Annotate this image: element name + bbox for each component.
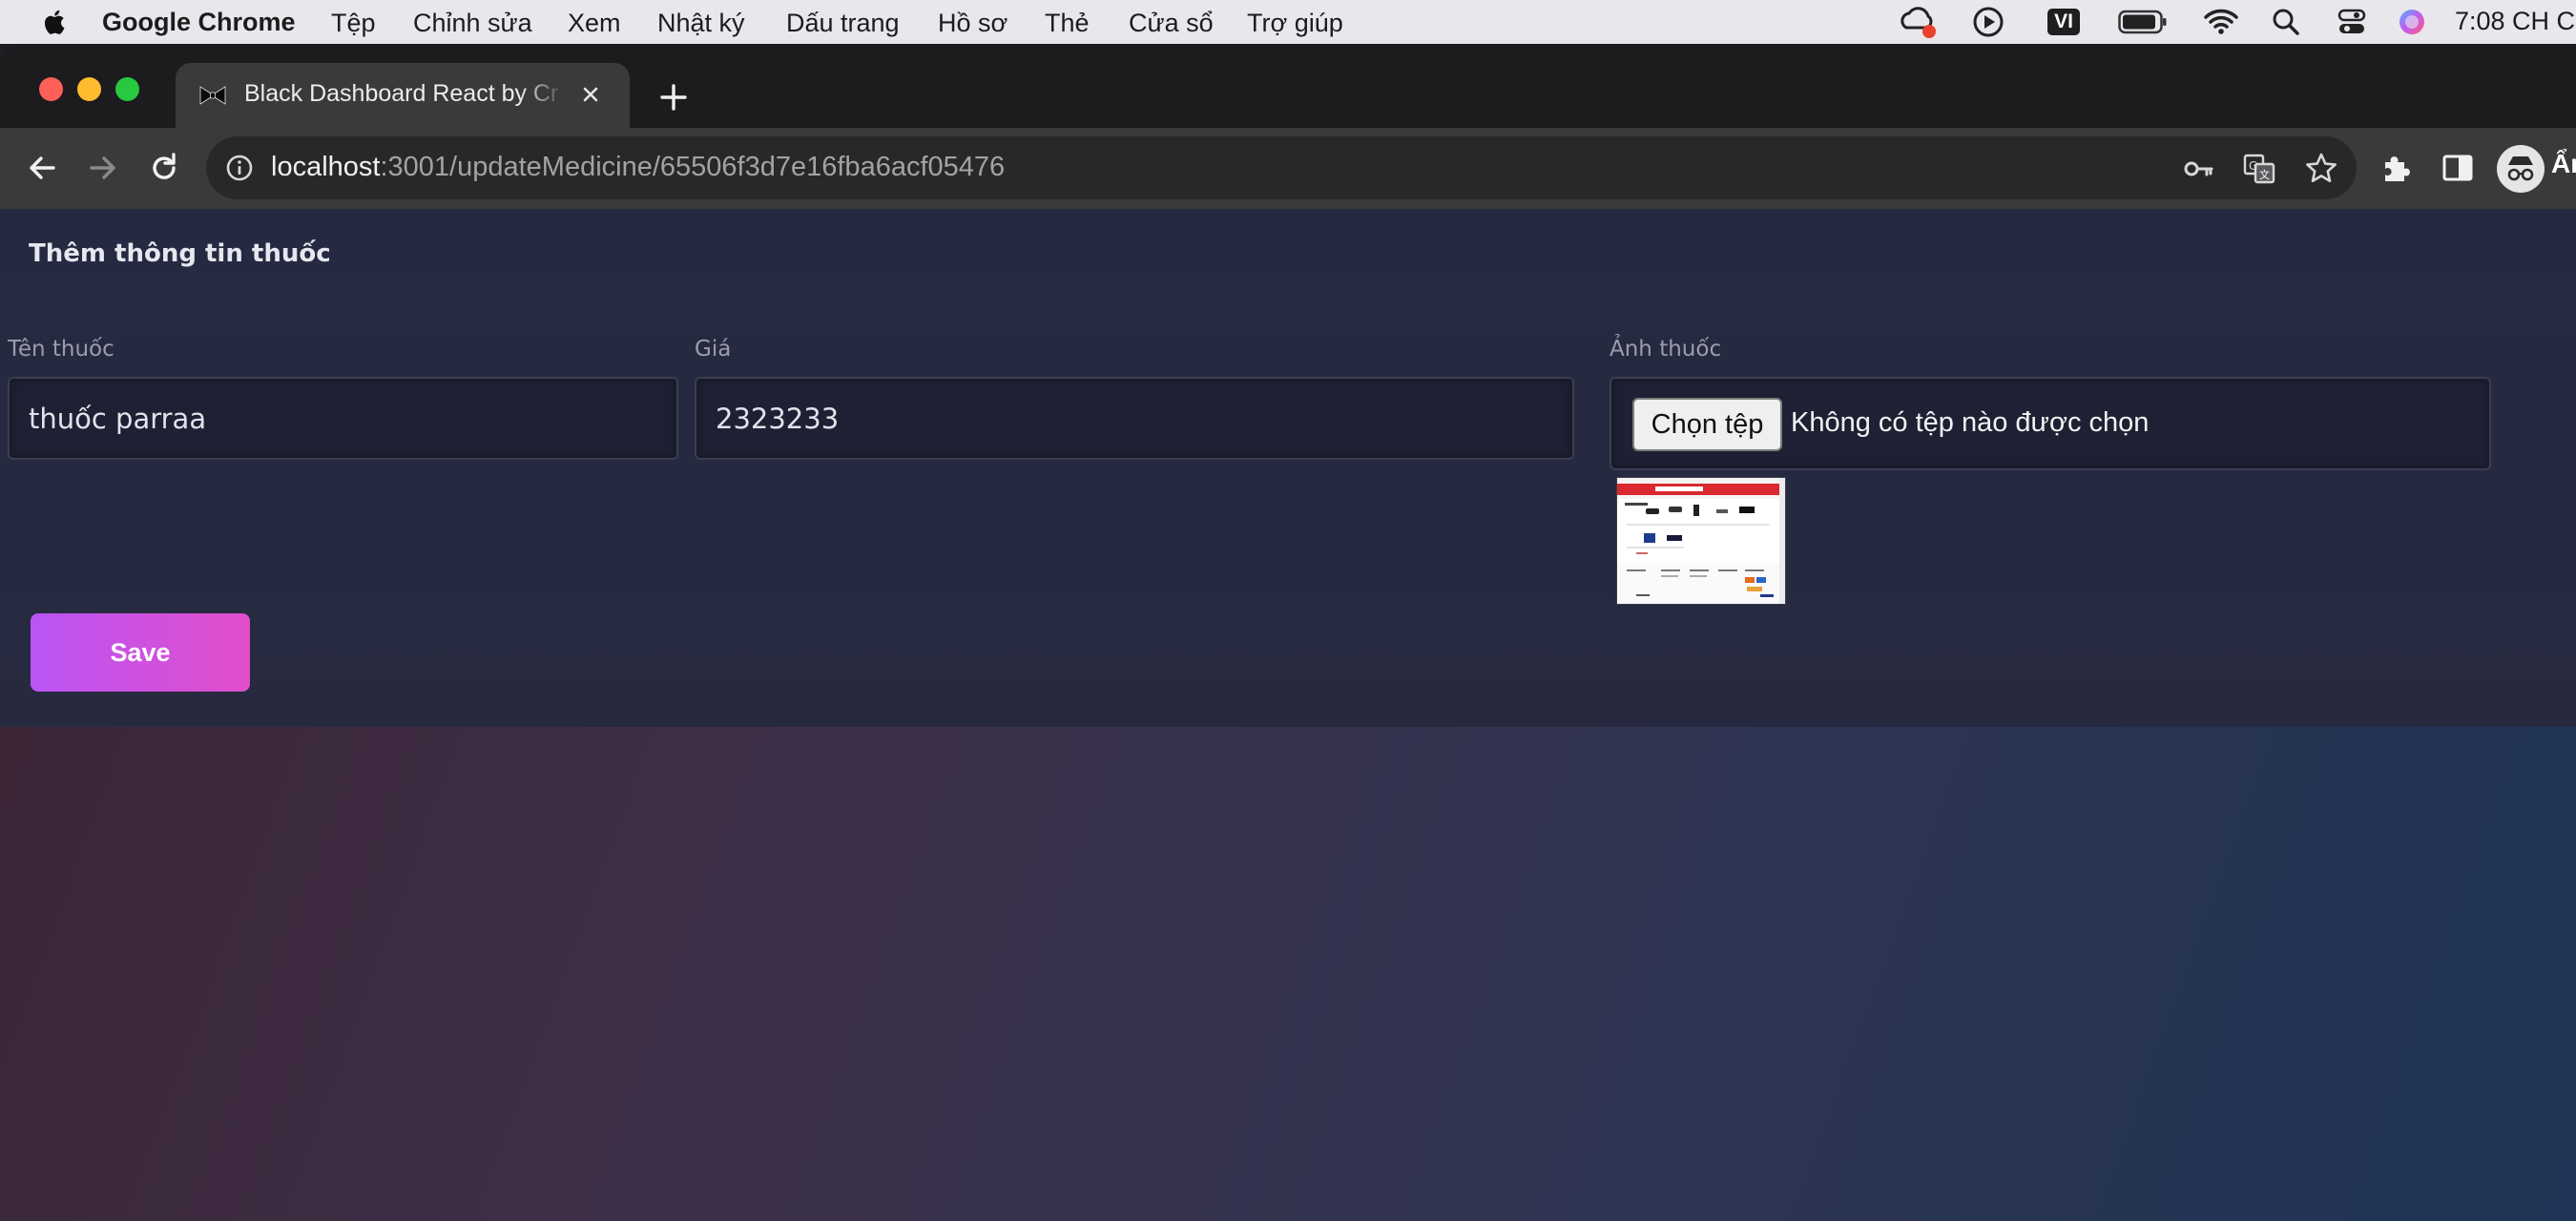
svg-text:G: G [2249,159,2257,173]
save-button[interactable]: Save [31,613,250,692]
menu-item-help[interactable]: Trợ giúp [1247,9,1343,38]
apple-logo-icon[interactable] [38,7,67,37]
medicine-image-label: Ảnh thuốc [1610,337,1722,362]
macos-menubar: Google Chrome Tệp Chỉnh sửa Xem Nhật ký … [0,0,2576,44]
medicine-image-preview [1616,477,1786,605]
svg-text:文: 文 [2259,168,2270,181]
chrome-tab-strip: Black Dashboard React by Creative Tim [0,44,2576,128]
forward-arrow-icon[interactable] [84,149,122,187]
page-viewport: Thêm thông tin thuốc Tên thuốc thuốc par… [0,209,2576,1221]
spotlight-search-icon[interactable] [2269,0,2303,44]
tab-title: Black Dashboard React by Creative Tim [244,80,559,107]
siri-icon[interactable] [2395,0,2429,44]
side-panel-icon[interactable] [2439,149,2477,187]
choose-file-button[interactable]: Chọn tệp [1632,398,1782,451]
menu-item-view[interactable]: Xem [568,9,621,38]
menu-item-tabs[interactable]: Thẻ [1045,9,1090,38]
bookmark-star-icon[interactable] [2303,151,2339,187]
price-value: 2323233 [716,402,840,435]
form-title: Thêm thông tin thuốc [29,239,331,268]
menu-app-name[interactable]: Google Chrome [102,8,296,37]
close-tab-icon[interactable] [576,80,605,109]
file-status-text: Không có tệp nào được chọn [1791,407,2150,438]
menu-item-bookmarks[interactable]: Dấu trang [786,9,900,38]
profile-label[interactable]: Ẩn danh [2551,149,2576,179]
reload-icon[interactable] [145,149,183,187]
incognito-avatar[interactable] [2497,145,2545,193]
medicine-name-label: Tên thuốc [8,337,114,362]
play-icon[interactable] [1967,0,2009,44]
bowtie-favicon-icon [199,86,226,105]
back-arrow-icon[interactable] [23,149,61,187]
window-close-button[interactable] [39,77,63,101]
menu-item-edit[interactable]: Chỉnh sửa [413,9,532,38]
chrome-toolbar: localhost:3001/updateMedicine/65506f3d7e… [0,128,2576,209]
medicine-name-value: thuốc parraa [29,402,207,435]
address-bar[interactable]: localhost:3001/updateMedicine/65506f3d7e… [206,136,2357,199]
battery-icon[interactable] [2116,0,2170,44]
creative-cloud-icon[interactable] [1897,0,1939,44]
window-minimize-button[interactable] [77,77,101,101]
translate-icon[interactable]: G文 [2242,152,2276,186]
price-input[interactable]: 2323233 [695,377,1574,460]
tab-black-dashboard[interactable]: Black Dashboard React by Creative Tim [176,63,630,128]
password-key-icon[interactable] [2181,152,2215,186]
medicine-form-card: Thêm thông tin thuốc Tên thuốc thuốc par… [0,209,2576,727]
extensions-puzzle-icon[interactable] [2378,149,2416,187]
tab-title-fade [519,72,567,118]
menu-item-window[interactable]: Cửa sổ [1129,9,1214,38]
menu-item-history[interactable]: Nhật ký [657,9,745,38]
preview-screenshot-image [1617,478,1785,604]
incognito-icon [2507,156,2534,181]
medicine-name-input[interactable]: thuốc parraa [8,377,678,460]
menubar-clock[interactable]: 7:08 CH CN [2455,7,2576,36]
input-method-badge[interactable]: VI [2040,0,2088,44]
url-host: localhost [271,152,381,182]
input-method-label: VI [2047,9,2080,35]
new-tab-plus-icon[interactable] [656,80,691,114]
url-path: :3001/updateMedicine/65506f3d7e16fba6acf… [380,152,1006,182]
control-center-icon[interactable] [2334,0,2370,44]
menu-item-profile[interactable]: Hồ sơ [938,9,1008,38]
url-text[interactable]: localhost:3001/updateMedicine/65506f3d7e… [271,152,1005,183]
medicine-image-file-input[interactable]: Chọn tệp Không có tệp nào được chọn [1610,377,2491,470]
menu-item-file[interactable]: Tệp [331,9,376,38]
window-zoom-button[interactable] [115,77,139,101]
price-label: Giá [695,337,732,362]
site-info-icon[interactable] [223,152,256,184]
wifi-icon[interactable] [2202,0,2240,44]
